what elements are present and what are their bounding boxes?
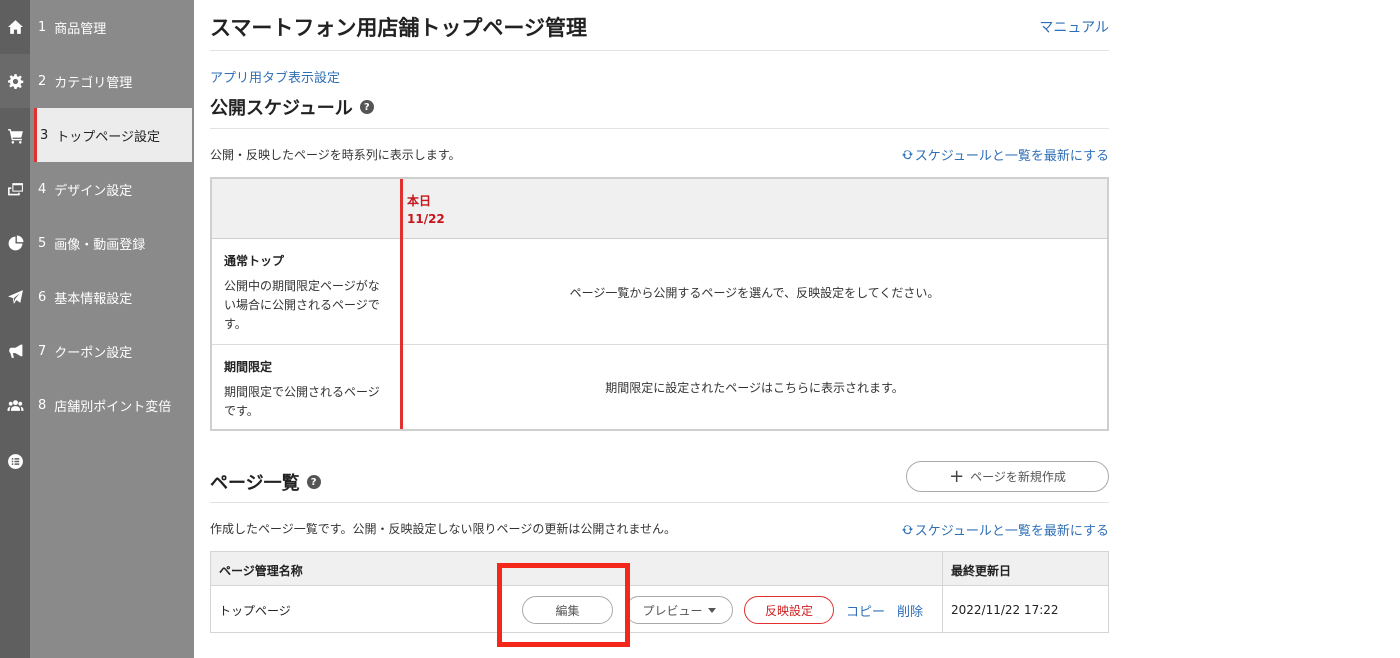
bullhorn-icon[interactable] xyxy=(0,324,30,378)
help-icon[interactable]: ? xyxy=(306,475,321,489)
new-page-button[interactable]: + ページを新規作成 xyxy=(906,461,1109,492)
refresh-icon xyxy=(901,525,913,535)
sidebar-item-label: トップページ設定 xyxy=(56,129,161,145)
preview-dropdown-button[interactable]: プレビュー xyxy=(625,596,733,624)
schedule-row-normal: 通常トップ 公開中の期間限定ページがない場合に公開されるページです。 ページ一覧… xyxy=(212,240,1107,345)
today-date: 11/22 xyxy=(407,212,445,226)
sidebar-item-label: カテゴリ管理 xyxy=(54,75,133,91)
table-row: トップページ 編集 プレビュー 反映設定 コピー 削除 2022/11/22 1… xyxy=(211,587,1108,632)
row-title: 期間限定 xyxy=(224,360,273,374)
windows-icon[interactable] xyxy=(0,162,30,216)
copy-link[interactable]: コピー xyxy=(846,601,885,620)
refresh-link-text: スケジュールと一覧を最新にする xyxy=(914,524,1109,539)
column-header-name: ページ管理名称 xyxy=(219,564,303,578)
schedule-description: 公開・反映したページを時系列に表示します。 xyxy=(210,148,461,162)
manual-link[interactable]: マニュアル xyxy=(1039,17,1109,37)
schedule-row-limited: 期間限定 期間限定で公開されるページです。 期間限定に設定されたページはこちらに… xyxy=(212,346,1107,429)
sidebar-item-media[interactable]: 5 画像・動画登録 xyxy=(30,216,194,270)
sidebar-item-label: 画像・動画登録 xyxy=(54,237,146,253)
sidebar-item-design[interactable]: 4 デザイン設定 xyxy=(30,162,194,216)
sidebar-item-number: 8 xyxy=(38,397,47,413)
schedule-refresh-link[interactable]: スケジュールと一覧を最新にする xyxy=(901,145,1109,164)
delete-link[interactable]: 削除 xyxy=(897,601,923,620)
today-label: 本日 xyxy=(407,194,432,208)
sidebar-item-number: 7 xyxy=(38,343,47,359)
sidebar-item-number: 5 xyxy=(38,235,47,251)
sidebar-item-top-page[interactable]: 3 トップページ設定 xyxy=(34,108,192,162)
pie-chart-icon[interactable] xyxy=(0,216,30,270)
last-updated: 2022/11/22 17:22 xyxy=(951,603,1059,617)
gear-icon[interactable] xyxy=(0,54,30,108)
sidebar-item-label: 基本情報設定 xyxy=(54,291,133,307)
schedule-row-label: 通常トップ 公開中の期間限定ページがない場合に公開されるページです。 xyxy=(212,240,401,344)
home-icon[interactable] xyxy=(0,0,30,54)
schedule-row-message: ページ一覧から公開するページを選んで、反映設定をしてください。 xyxy=(569,285,940,300)
table-header: ページ管理名称 最終更新日 xyxy=(211,552,1108,586)
page-list-table: ページ管理名称 最終更新日 トップページ 編集 プレビュー 反映設定 コピー 削… xyxy=(210,551,1109,633)
chevron-down-icon xyxy=(707,607,716,613)
reflect-settings-button[interactable]: 反映設定 xyxy=(744,596,834,624)
sidebar-item-number: 1 xyxy=(38,19,47,35)
sidebar-item-products[interactable]: 1 商品管理 xyxy=(30,0,194,54)
row-title: 通常トップ xyxy=(224,254,285,268)
sidebar-item-label: 商品管理 xyxy=(54,21,107,37)
schedule-title-text: 公開スケジュール xyxy=(210,98,353,119)
sidebar-item-number: 2 xyxy=(38,73,47,89)
row-description: 公開中の期間限定ページがない場合に公開されるページです。 xyxy=(224,279,380,331)
refresh-link-text: スケジュールと一覧を最新にする xyxy=(914,149,1109,164)
divider xyxy=(210,50,1109,51)
list-icon[interactable] xyxy=(0,434,30,488)
schedule-row-label: 期間限定 期間限定で公開されるページです。 xyxy=(212,346,401,429)
sidebar: 1 商品管理 2 カテゴリ管理 3 トップページ設定 4 デザイン設定 5 画像… xyxy=(30,0,194,658)
page-list-refresh-link[interactable]: スケジュールと一覧を最新にする xyxy=(901,520,1109,539)
highlight-box xyxy=(497,563,630,647)
sidebar-item-label: クーポン設定 xyxy=(54,345,133,361)
sidebar-item-categories[interactable]: 2 カテゴリ管理 xyxy=(30,54,194,108)
divider xyxy=(210,502,1109,503)
new-page-button-label: ページを新規作成 xyxy=(970,470,1066,484)
sidebar-item-number: 3 xyxy=(40,127,49,143)
today-line xyxy=(400,179,403,429)
app-tab-settings-link[interactable]: アプリ用タブ表示設定 xyxy=(210,67,340,86)
schedule-row-message: 期間限定に設定されたページはこちらに表示されます。 xyxy=(605,381,904,395)
sidebar-item-basic-info[interactable]: 6 基本情報設定 xyxy=(30,270,194,324)
refresh-icon xyxy=(901,150,913,160)
help-icon[interactable]: ? xyxy=(359,100,374,114)
sidebar-item-label: デザイン設定 xyxy=(54,183,133,199)
plus-icon: + xyxy=(949,466,965,487)
column-header-updated: 最終更新日 xyxy=(951,564,1012,578)
sidebar-item-number: 4 xyxy=(38,181,47,197)
preview-button-label: プレビュー xyxy=(642,603,703,618)
paper-plane-icon[interactable] xyxy=(0,270,30,324)
schedule-header: 本日 11/22 xyxy=(212,179,1107,239)
page-name: トップページ xyxy=(219,604,291,618)
divider xyxy=(210,128,1109,129)
app-root: 1 商品管理 2 カテゴリ管理 3 トップページ設定 4 デザイン設定 5 画像… xyxy=(0,0,1400,658)
sidebar-item-label: 店舗別ポイント変倍 xyxy=(54,399,172,415)
sidebar-item-number: 6 xyxy=(38,289,47,305)
today-marker: 本日 11/22 xyxy=(407,192,445,228)
page-list-description: 作成したページ一覧です。公開・反映設定しない限りページの更新は公開されません。 xyxy=(210,522,676,536)
page-list-title: ページ一覧 ? xyxy=(210,469,321,495)
schedule-title: 公開スケジュール ? xyxy=(210,94,374,120)
cart-icon[interactable] xyxy=(0,108,30,162)
users-icon[interactable] xyxy=(0,378,30,432)
page-title: スマートフォン用店舗トップページ管理 xyxy=(210,16,587,40)
page-list-title-text: ページ一覧 xyxy=(210,473,300,494)
schedule-table: 本日 11/22 通常トップ 公開中の期間限定ページがない場合に公開されるページ… xyxy=(210,177,1109,431)
icon-rail xyxy=(0,0,30,658)
row-description: 期間限定で公開されるページです。 xyxy=(224,385,380,418)
sidebar-item-coupons[interactable]: 7 クーポン設定 xyxy=(30,324,194,378)
sidebar-item-store-points[interactable]: 8 店舗別ポイント変倍 xyxy=(30,378,194,432)
